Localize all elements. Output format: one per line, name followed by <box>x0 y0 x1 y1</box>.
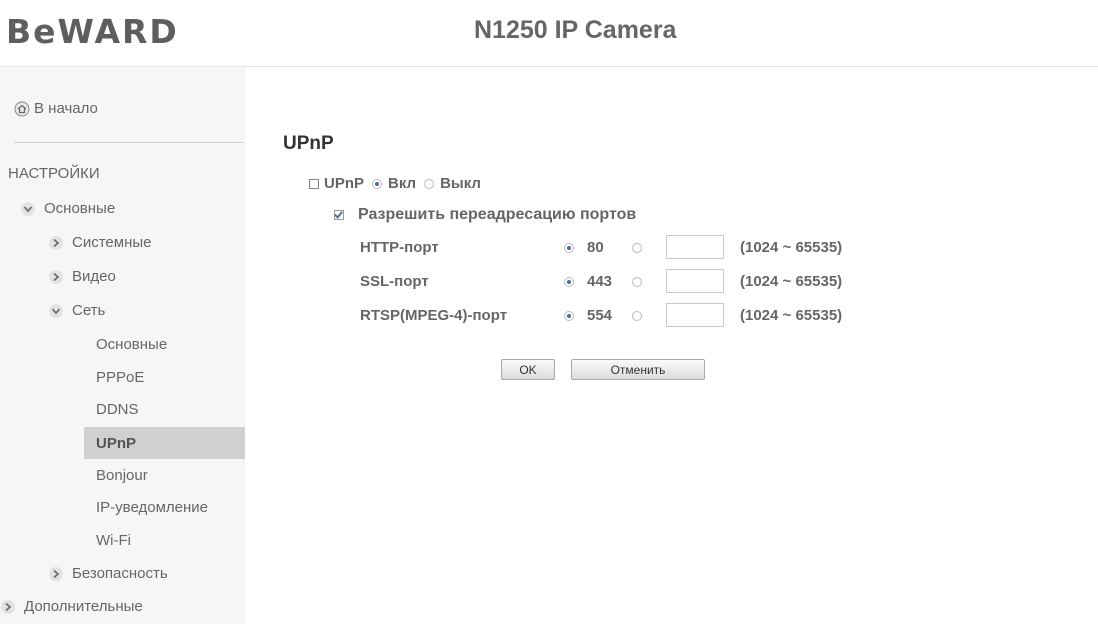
ssl-port-default-value: 443 <box>587 273 613 290</box>
cancel-button[interactable]: Отменить <box>571 359 705 380</box>
sidebar-item-security[interactable]: Безопасность <box>48 565 168 582</box>
sidebar-item-wifi[interactable]: Wi-Fi <box>96 532 131 549</box>
ssl-port-input[interactable] <box>666 269 724 293</box>
sidebar-item-ddns[interactable]: DDNS <box>96 401 139 418</box>
sidebar-item-label: Безопасность <box>72 565 168 582</box>
sidebar-item-label: Сеть <box>72 302 106 319</box>
rtsp-port-label: RTSP(MPEG-4)-порт <box>360 307 508 324</box>
port-forward-label: Разрешить переадресацию портов <box>358 206 637 223</box>
http-port-input[interactable] <box>666 235 724 259</box>
rtsp-port-default-value: 554 <box>587 307 613 324</box>
sidebar-item-system[interactable]: Системные <box>48 234 151 251</box>
sidebar-item-label: Видео <box>72 268 116 285</box>
sidebar-item-upnp[interactable]: UPnP <box>96 435 136 452</box>
ssl-port-default-radio[interactable] <box>564 277 574 287</box>
upnp-off-radio[interactable] <box>424 178 435 189</box>
ssl-port-custom-radio[interactable] <box>632 277 642 287</box>
upnp-toggle-row: UPnP Вкл Выкл <box>309 175 481 192</box>
sidebar-item-net-basic[interactable]: Основные <box>96 336 167 353</box>
http-port-custom-radio[interactable] <box>632 243 642 253</box>
home-link[interactable]: В начало <box>14 100 98 117</box>
ssl-port-range: (1024 ~ 65535) <box>740 273 843 290</box>
sidebar-item-bonjour[interactable]: Bonjour <box>96 467 148 484</box>
sidebar-item-video[interactable]: Видео <box>48 268 116 285</box>
ssl-port-label: SSL-порт <box>360 273 429 290</box>
sidebar-divider <box>14 142 244 143</box>
chevron-right-icon <box>49 269 63 284</box>
home-label: В начало <box>34 100 98 117</box>
chevron-down-icon <box>21 201 35 216</box>
http-port-range: (1024 ~ 65535) <box>740 239 843 256</box>
port-forward-checkbox[interactable] <box>334 210 344 220</box>
upnp-off-label: Выкл <box>440 175 481 192</box>
upnp-on-label: Вкл <box>388 175 417 192</box>
camera-title: N1250 IP Camera <box>474 16 677 44</box>
chevron-down-icon <box>49 303 63 318</box>
sidebar-item-label: Системные <box>72 234 152 251</box>
http-port-label: HTTP-порт <box>360 239 439 256</box>
port-forward-row: Разрешить переадресацию портов <box>334 206 636 224</box>
page-header: BeWARD N1250 IP Camera <box>0 0 1098 67</box>
page-title: UPnP <box>283 133 334 154</box>
rtsp-port-input[interactable] <box>666 303 724 327</box>
ok-button[interactable]: OK <box>501 359 555 380</box>
upnp-section-icon <box>309 178 319 189</box>
chevron-right-icon <box>1 599 15 614</box>
sidebar-item-basic[interactable]: Основные <box>20 200 115 217</box>
settings-heading: НАСТРОЙКИ <box>8 165 100 182</box>
upnp-label: UPnP <box>324 175 365 192</box>
sidebar-item-pppoe[interactable]: PPPoE <box>96 369 144 386</box>
sidebar-item-network[interactable]: Сеть <box>48 302 105 319</box>
sidebar-item-label: Дополнительные <box>24 598 143 615</box>
rtsp-port-custom-radio[interactable] <box>632 311 642 321</box>
sidebar-item-label: Основные <box>44 200 116 217</box>
chevron-right-icon <box>49 566 63 581</box>
sidebar-item-ip-notify[interactable]: IP-уведомление <box>96 499 208 516</box>
beward-logo: BeWARD <box>6 12 179 51</box>
http-port-default-radio[interactable] <box>564 243 574 253</box>
chevron-right-icon <box>49 235 63 250</box>
rtsp-port-default-radio[interactable] <box>564 311 574 321</box>
sidebar-item-advanced[interactable]: Дополнительные <box>0 598 143 615</box>
http-port-default-value: 80 <box>587 239 604 256</box>
home-icon <box>14 101 30 116</box>
rtsp-port-range: (1024 ~ 65535) <box>740 307 843 324</box>
upnp-on-radio[interactable] <box>372 178 383 189</box>
